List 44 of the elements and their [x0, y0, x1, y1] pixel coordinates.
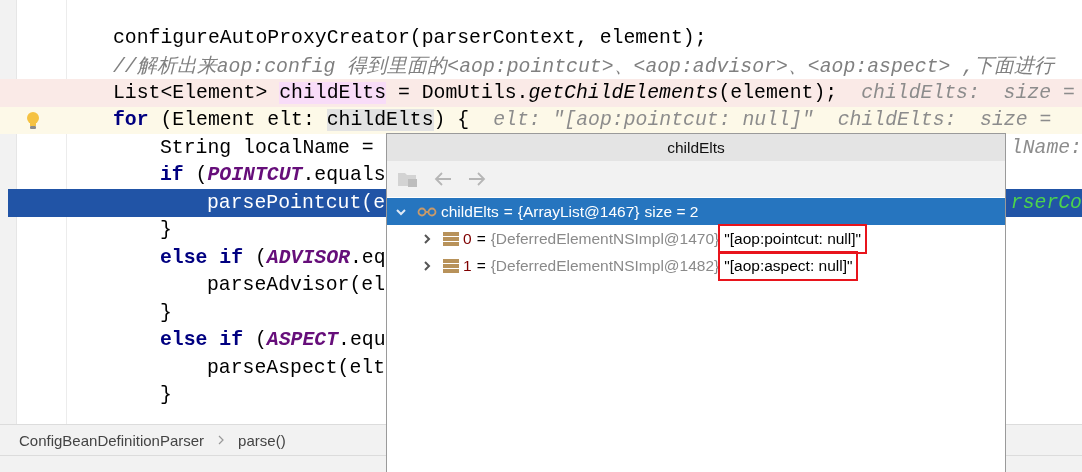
code-text: //解析出来aop:config 得到里面的<aop:pointcut>、<aop:advisor>、<aop:aspect> ,下面进行 — [112, 54, 1055, 79]
popup-title: childElts — [387, 134, 1005, 161]
inline-hint: elt: "[aop:pointcut: null]" — [493, 109, 814, 132]
variable-type: {DeferredElementNSImpl@1470} — [490, 229, 720, 248]
variable-type: {DeferredElementNSImpl@1482} — [490, 256, 720, 275]
code-text: parsePointcut(e — [206, 191, 386, 214]
equals-sign: = — [476, 256, 486, 275]
lightbulb-icon[interactable] — [26, 110, 40, 130]
code-text: else if (ASPECT.equ — [159, 329, 386, 352]
inline-hint: rserCo — [1010, 191, 1082, 214]
variable-value: size = 2 — [644, 202, 699, 220]
variable-value: "[aop:pointcut: null]" — [724, 229, 862, 247]
inline-hint: childElts: size = — [837, 109, 1052, 132]
code-text: } — [159, 219, 172, 242]
code-text: else if (ADVISOR.eq — [159, 246, 386, 269]
code-text: for (Element elt: childElts) { — [112, 109, 470, 132]
breadcrumb-item[interactable]: parse() — [238, 431, 286, 449]
code-text: String localName = — [159, 136, 374, 159]
equals-sign: = — [503, 202, 513, 221]
variable-name: childElts — [441, 202, 499, 221]
equals-sign: = — [476, 229, 486, 248]
code-text: } — [159, 384, 172, 407]
code-text: parseAdvisor(el — [206, 274, 386, 297]
inline-hint: childElts: size = — [861, 81, 1075, 104]
variable-name: 1 — [463, 256, 472, 275]
inline-hint: lName: — [1010, 136, 1082, 159]
code-text: List<Element> childElts = DomUtils.getChildElements(element); — [112, 81, 838, 104]
code-text: configureAutoProxyCreator(parserContext, element); — [112, 26, 707, 49]
code-text: parseAspect(elt — [206, 356, 386, 379]
code-text: if (POINTCUT.equals — [159, 164, 386, 187]
tree-item[interactable]: 1 = {DeferredElementNSImpl@1482} "[aop:aspect: null]" — [387, 252, 1005, 279]
variable-name: 0 — [463, 229, 472, 248]
glasses-icon — [417, 206, 437, 217]
chevron-right-icon[interactable] — [421, 259, 433, 272]
code-text: } — [159, 301, 172, 324]
breadcrumb-item[interactable]: ConfigBeanDefinitionParser — [19, 431, 205, 449]
tree-item[interactable]: 0 = {DeferredElementNSImpl@1470} "[aop:pointcut: null]" — [387, 225, 1005, 252]
stack-icon — [443, 257, 459, 274]
chevron-right-icon[interactable] — [421, 232, 433, 245]
stack-icon — [443, 230, 459, 247]
variable-type: {ArrayList@1467} — [517, 202, 640, 221]
variable-value: "[aop:aspect: null]" — [724, 256, 853, 274]
chevron-right-icon — [218, 435, 225, 445]
tree-item[interactable]: childElts = {ArrayList@1467} size = 2 — [387, 198, 1005, 225]
